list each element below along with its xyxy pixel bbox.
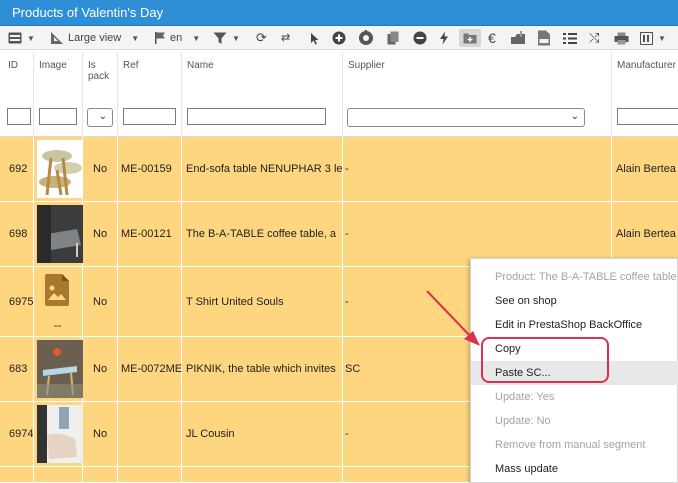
annotation-arrow bbox=[426, 290, 480, 346]
